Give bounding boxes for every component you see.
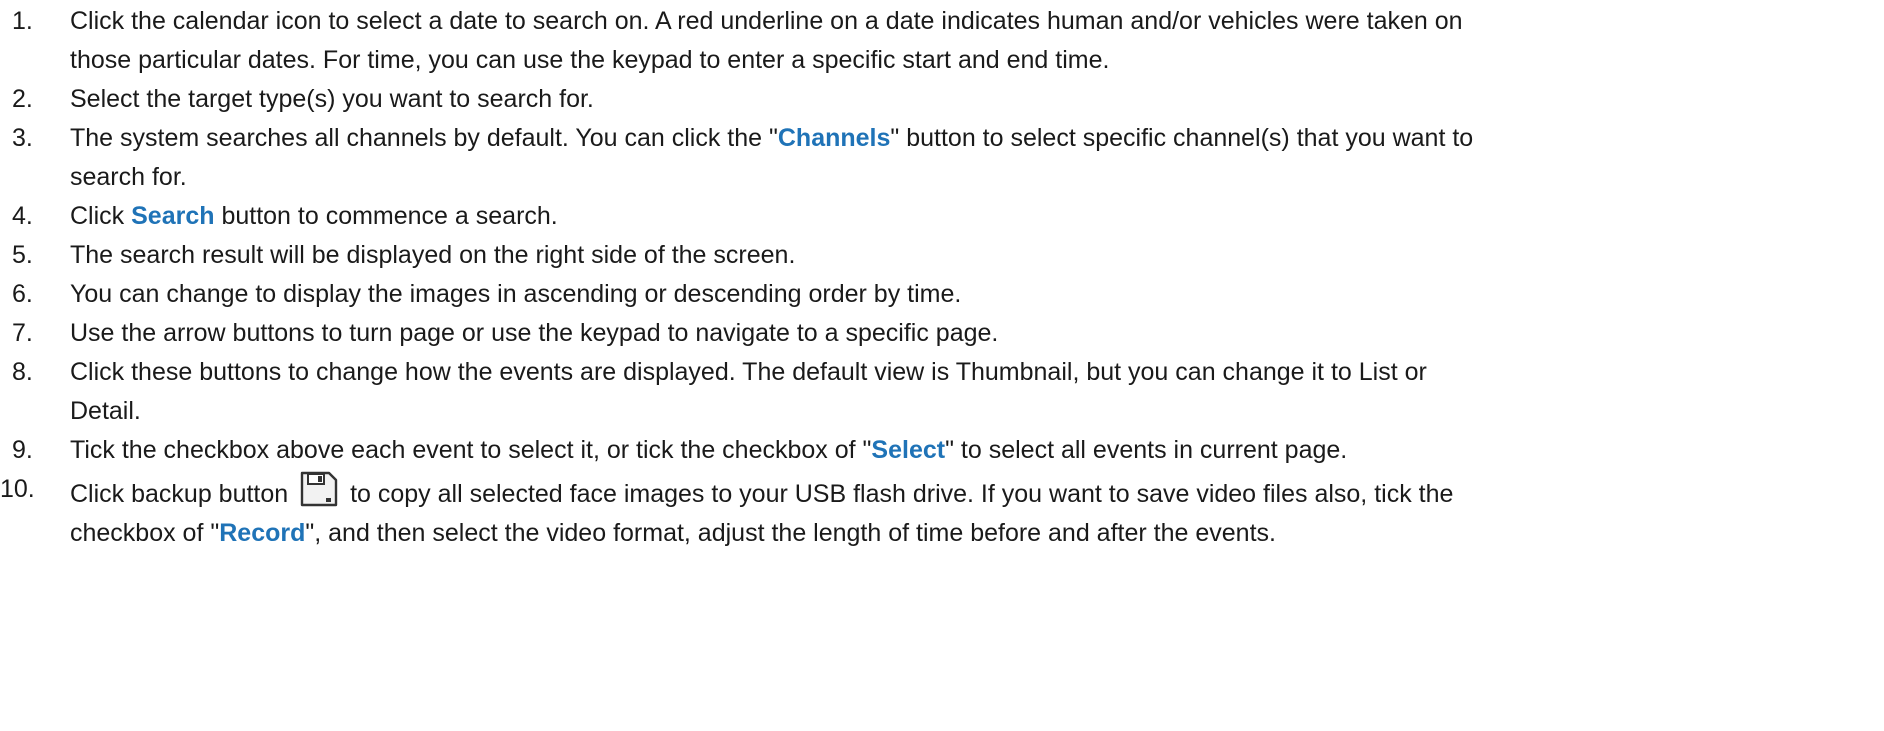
- step-text-segment: Click backup button: [70, 480, 296, 508]
- instruction-list: 1. Click the calendar icon to select a d…: [0, 0, 1884, 731]
- step-text: Click Search button to commence a search…: [70, 197, 1884, 236]
- step-text-segment: The system searches all channels by defa…: [70, 124, 778, 152]
- step-text-line: Click these buttons to change how the ev…: [70, 358, 1427, 386]
- step-text: The system searches all channels by defa…: [70, 119, 1884, 197]
- step-number: 7.: [12, 319, 33, 347]
- step-number: 4.: [12, 202, 33, 230]
- step-text-segment: Tick the checkbox above each event to se…: [70, 436, 872, 464]
- channels-keyword: Channels: [777, 124, 891, 152]
- step-text-segment: ", and then select the video format, adj…: [305, 519, 1276, 547]
- step-text: Tick the checkbox above each event to se…: [70, 431, 1884, 470]
- step-text-line: The search result will be displayed on t…: [70, 241, 796, 269]
- step-text-line: You can change to display the images in …: [70, 280, 962, 308]
- step-text: Click the calendar icon to select a date…: [70, 2, 1884, 80]
- step-text-segment: Click: [70, 202, 132, 230]
- step-text-segment: " button to select specific channel(s) t…: [890, 124, 1474, 152]
- step-text-line: checkbox of "Record", and then select th…: [70, 514, 1872, 553]
- search-keyword: Search: [131, 202, 215, 230]
- step-1: 1. Click the calendar icon to select a d…: [0, 2, 1884, 80]
- step-text-segment: checkbox of ": [70, 519, 220, 547]
- step-number: 1.: [12, 7, 33, 35]
- step-number: 6.: [12, 280, 33, 308]
- step-10: 10. Click backup button to copy all sele…: [0, 470, 1884, 553]
- step-text: Use the arrow buttons to turn page or us…: [70, 314, 1884, 353]
- step-text-line: those particular dates. For time, you ca…: [70, 46, 1110, 74]
- step-8: 8. Click these buttons to change how the…: [0, 353, 1884, 431]
- step-4: 4. Click Search button to commence a sea…: [0, 197, 1884, 236]
- step-text-line: The system searches all channels by defa…: [70, 119, 1872, 158]
- step-text-line: Click backup button to copy all selected…: [70, 470, 1872, 514]
- step-text-segment: " to select all events in current page.: [945, 436, 1348, 464]
- step-text-line: Select the target type(s) you want to se…: [70, 85, 594, 113]
- step-number: 5.: [12, 241, 33, 269]
- step-9: 9. Tick the checkbox above each event to…: [0, 431, 1884, 470]
- step-7: 7. Use the arrow buttons to turn page or…: [0, 314, 1884, 353]
- step-text: Click these buttons to change how the ev…: [70, 353, 1884, 431]
- step-text-line: Click Search button to commence a search…: [70, 197, 1872, 236]
- step-number: 10.: [0, 475, 35, 503]
- step-2: 2. Select the target type(s) you want to…: [0, 80, 1884, 119]
- step-text-line: search for.: [70, 163, 187, 191]
- step-number: 8.: [12, 358, 33, 386]
- step-text-line: Detail.: [70, 397, 141, 425]
- step-number: 2.: [12, 85, 33, 113]
- step-text: Click backup button to copy all selected…: [70, 470, 1884, 553]
- step-number: 9.: [12, 436, 33, 464]
- backup-floppy-icon: [300, 471, 338, 507]
- step-text-line: Click the calendar icon to select a date…: [70, 7, 1463, 35]
- record-keyword: Record: [219, 519, 306, 547]
- step-text-segment: button to commence a search.: [214, 202, 558, 230]
- step-6: 6. You can change to display the images …: [0, 275, 1884, 314]
- step-text: You can change to display the images in …: [70, 275, 1884, 314]
- step-3: 3. The system searches all channels by d…: [0, 119, 1884, 197]
- step-text: Select the target type(s) you want to se…: [70, 80, 1884, 119]
- step-number: 3.: [12, 124, 33, 152]
- step-text-line: Use the arrow buttons to turn page or us…: [70, 319, 999, 347]
- step-text: The search result will be displayed on t…: [70, 236, 1884, 275]
- select-keyword: Select: [871, 436, 946, 464]
- step-text-segment: to copy all selected face images to your…: [343, 480, 1454, 508]
- step-5: 5. The search result will be displayed o…: [0, 236, 1884, 275]
- step-text-line: Tick the checkbox above each event to se…: [70, 431, 1872, 470]
